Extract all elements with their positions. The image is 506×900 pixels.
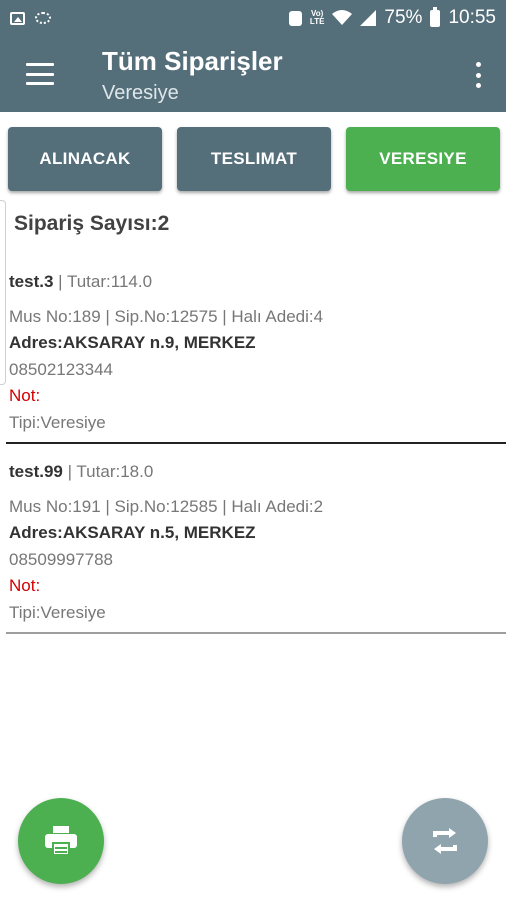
status-bar: Vo) LTE 75% 10:55	[0, 0, 506, 36]
divider	[6, 442, 506, 444]
alarm-icon	[288, 10, 302, 26]
order-info: Mus No:189 | Sip.No:12575 | Halı Adedi:4	[9, 307, 324, 326]
order-note: Not:	[9, 576, 41, 595]
battery-percent: 75%	[384, 7, 423, 28]
order-address: Adres:AKSARAY n.9, MERKEZ	[9, 333, 256, 352]
signal-icon	[360, 10, 377, 26]
order-type: Tipi:Veresiye	[9, 413, 106, 432]
page-subtitle: Veresiye	[102, 82, 179, 104]
app-bar: Tüm Siparişler Veresiye	[0, 36, 506, 112]
order-type: Tipi:Veresiye	[9, 603, 106, 622]
status-time: 10:55	[448, 7, 496, 28]
order-total: | Tutar:114.0	[53, 272, 153, 291]
page-title: Tüm Siparişler	[102, 46, 283, 76]
order-list-item[interactable]: test.99 | Tutar:18.0 Mus No:191 | Sip.No…	[6, 452, 506, 636]
order-count: Sipariş Sayısı:2	[14, 212, 170, 235]
order-header: test.3 | Tutar:114.0	[9, 272, 152, 292]
print-button[interactable]	[18, 798, 104, 884]
cast-icon	[35, 12, 51, 24]
order-address: Adres:AKSARAY n.5, MERKEZ	[9, 523, 256, 542]
status-right: Vo) LTE 75% 10:55	[288, 6, 496, 29]
order-note: Not:	[9, 386, 41, 405]
order-name: test.99	[9, 462, 63, 481]
refresh-button[interactable]	[402, 798, 488, 884]
battery-icon	[430, 6, 441, 27]
order-phone: 08509997788	[9, 550, 114, 569]
overflow-menu-icon[interactable]	[474, 62, 482, 88]
tab-veresiye[interactable]: VERESIYE	[346, 127, 500, 191]
order-total: | Tutar:18.0	[62, 462, 154, 481]
filter-tabs: ALINACAK TESLIMAT VERESIYE	[8, 127, 500, 191]
order-name: test.3	[9, 272, 54, 291]
order-header: test.99 | Tutar:18.0	[9, 462, 153, 482]
tab-teslimat[interactable]: TESLIMAT	[177, 127, 331, 191]
status-left	[10, 11, 51, 25]
menu-icon[interactable]	[26, 63, 54, 85]
divider	[6, 632, 506, 634]
order-phone: 08502123344	[9, 360, 114, 379]
order-list-item[interactable]: test.3 | Tutar:114.0 Mus No:189 | Sip.No…	[6, 262, 506, 446]
volte-icon: Vo) LTE	[309, 9, 325, 26]
order-info: Mus No:191 | Sip.No:12585 | Halı Adedi:2	[9, 497, 324, 516]
tab-alinacak[interactable]: ALINACAK	[8, 127, 162, 191]
printer-icon	[45, 826, 77, 856]
wifi-icon	[332, 10, 353, 25]
image-icon	[10, 11, 25, 25]
refresh-icon	[433, 828, 457, 854]
